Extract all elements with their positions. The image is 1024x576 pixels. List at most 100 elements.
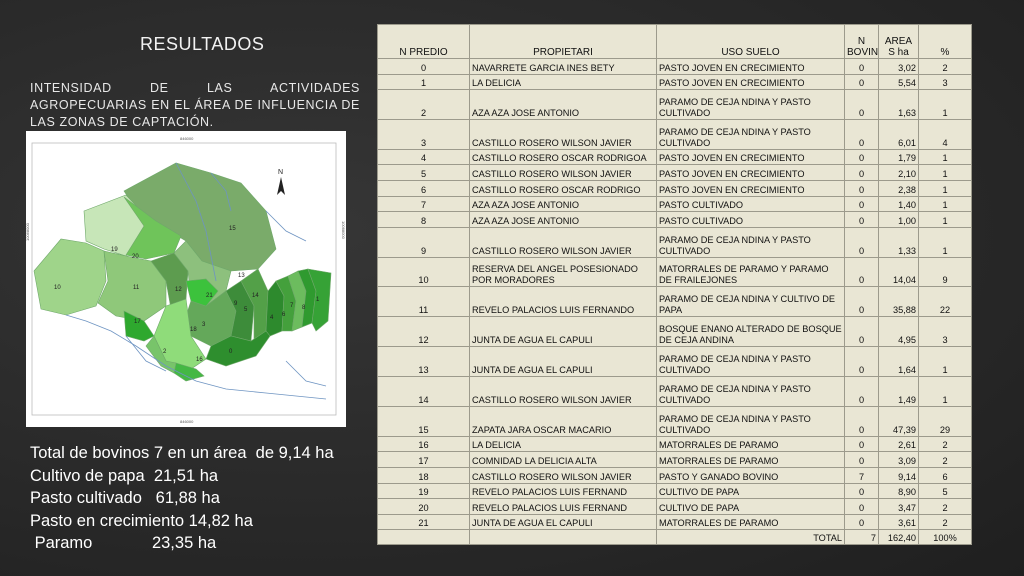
coord-bottom-label: 846000 xyxy=(180,419,194,424)
cell-uso-suelo: PARAMO DE CEJA NDINA Y PASTO CULTIVADO xyxy=(656,405,845,437)
cell-pct: 1 xyxy=(918,211,972,228)
cell-bovino: 0 xyxy=(844,164,879,181)
cell-propietario: LA DELICIA xyxy=(469,73,657,91)
table-row: 2 AZA AZA JOSE ANTONIO PARAMO DE CEJA NDIN… xyxy=(377,89,972,120)
cell-propietario: JUNTA DE AGUA EL CAPULI xyxy=(469,316,657,348)
cell-predio: 7 xyxy=(377,195,470,213)
slide-subtitle: INTENSIDAD DE LAS ACTIVIDADES AGROPECUAR… xyxy=(30,81,360,129)
cell-pct: 1 xyxy=(918,164,972,181)
label-parcel-15: 15 xyxy=(229,226,236,232)
cell-bovino: 7 xyxy=(844,466,879,484)
cell-area: 1,49 xyxy=(878,376,919,407)
cell-pct: 2 xyxy=(918,451,972,468)
cell-pct: 1 xyxy=(918,226,972,258)
table-row: 21 JUNTA DE AGUA EL CAPULI MATORRALES DE P… xyxy=(377,513,972,531)
cell-predio: 19 xyxy=(377,482,470,500)
table-row: 10 RESERVA DEL ANGEL POSESIONADO POR MORA… xyxy=(377,256,972,288)
cell-uso-suelo: PARAMO DE CEJA NDINA Y PASTO CULTIVADO xyxy=(656,346,845,378)
cell-predio: 3 xyxy=(377,119,470,150)
coord-right-label: 10068000 xyxy=(341,221,346,240)
table-row: 4 CASTILLO ROSERO OSCAR RODRIGOA PASTO JOV… xyxy=(377,148,972,166)
cell-bovino: 0 xyxy=(844,148,879,166)
cell-predio: 5 xyxy=(377,164,470,181)
cell-area: 2,10 xyxy=(878,164,919,181)
cell-area: 1,40 xyxy=(878,195,919,213)
cell-bovino: 0 xyxy=(844,89,879,120)
label-parcel-19: 19 xyxy=(111,247,118,253)
total-pct: 100% xyxy=(918,529,972,545)
cell-pct: 9 xyxy=(918,256,972,288)
label-parcel-11: 11 xyxy=(133,285,140,291)
cell-bovino: 0 xyxy=(844,376,879,407)
summary-list: Total de bovinos 7 en un área de 9,14 ha… xyxy=(30,442,370,555)
cell-pct: 1 xyxy=(918,376,972,407)
cell-area: 1,64 xyxy=(878,346,919,378)
cell-area: 35,88 xyxy=(878,286,919,318)
cell-bovino: 0 xyxy=(844,119,879,150)
cell-bovino: 0 xyxy=(844,195,879,213)
cell-predio: 12 xyxy=(377,316,470,348)
label-parcel-10: 10 xyxy=(54,285,61,291)
cell-propietario: CASTILLO ROSERO OSCAR RODRIGO xyxy=(469,180,657,197)
cell-pct: 2 xyxy=(918,58,972,75)
total-bovino: 7 xyxy=(844,529,879,545)
label-parcel-21: 21 xyxy=(206,293,213,299)
cell-propietario: REVELO PALACIOS LUIS FERNAND xyxy=(469,498,657,515)
cell-area: 1,33 xyxy=(878,226,919,258)
label-parcel-17: 17 xyxy=(134,319,141,325)
cell-area: 3,02 xyxy=(878,58,919,75)
cell-propietario: COMNIDAD LA DELICIA ALTA xyxy=(469,451,657,468)
table-row: 6 CASTILLO ROSERO OSCAR RODRIGO PASTO JOVE… xyxy=(377,180,972,197)
cell-propietario: CASTILLO ROSERO WILSON JAVIER xyxy=(469,226,657,258)
table-row: 15 ZAPATA JARA OSCAR MACARIO PARAMO DE CEJ… xyxy=(377,405,972,437)
label-parcel-13: 13 xyxy=(238,273,245,279)
total-empty-2 xyxy=(469,529,657,545)
summary-paramo: Paramo 23,35 ha xyxy=(30,534,217,552)
cell-predio: 16 xyxy=(377,435,470,453)
cell-bovino: 0 xyxy=(844,435,879,453)
cell-predio: 11 xyxy=(377,286,470,318)
cell-uso-suelo: CULTIVO DE PAPA xyxy=(656,482,845,500)
cell-predio: 2 xyxy=(377,89,470,120)
cell-propietario: AZA AZA JOSE ANTONIO xyxy=(469,211,657,228)
table-row: 5 CASTILLO ROSERO WILSON JAVIER PASTO JOVE… xyxy=(377,164,972,181)
total-label: TOTAL xyxy=(656,529,845,545)
cell-predio: 18 xyxy=(377,466,470,484)
cell-pct: 2 xyxy=(918,435,972,453)
cell-uso-suelo: MATORRALES DE PARAMO xyxy=(656,513,845,531)
cell-uso-suelo: PARAMO DE CEJA NDINA Y CULTIVO DE PAPA xyxy=(656,286,845,318)
cell-predio: 4 xyxy=(377,148,470,166)
header-predio: N PREDIO xyxy=(377,24,470,59)
coord-left-label: 10068000 xyxy=(26,222,30,241)
cell-propietario: ZAPATA JARA OSCAR MACARIO xyxy=(469,405,657,437)
cell-pct: 1 xyxy=(918,148,972,166)
cell-uso-suelo: PASTO JOVEN EN CRECIMIENTO xyxy=(656,164,845,181)
table-row: 3 CASTILLO ROSERO WILSON JAVIER PARAMO DE … xyxy=(377,119,972,150)
header-area: AREA S ha xyxy=(878,24,919,59)
cell-pct: 2 xyxy=(918,513,972,531)
cell-pct: 1 xyxy=(918,180,972,197)
header-propietario: PROPIETARI xyxy=(469,24,657,59)
cell-uso-suelo: MATORRALES DE PARAMO xyxy=(656,451,845,468)
cell-pct: 4 xyxy=(918,119,972,150)
cell-area: 1,00 xyxy=(878,211,919,228)
cell-predio: 20 xyxy=(377,498,470,515)
cell-propietario: LA DELICIA xyxy=(469,435,657,453)
cell-bovino: 0 xyxy=(844,73,879,91)
cell-uso-suelo: PASTO JOVEN EN CRECIMIENTO xyxy=(656,180,845,197)
header-pct: % xyxy=(918,24,972,59)
cell-propietario: AZA AZA JOSE ANTONIO xyxy=(469,195,657,213)
cell-pct: 1 xyxy=(918,195,972,213)
table-total-row: TOTAL 7 162,40 100% xyxy=(377,529,972,545)
cell-bovino: 0 xyxy=(844,482,879,500)
cell-predio: 21 xyxy=(377,513,470,531)
cell-bovino: 0 xyxy=(844,316,879,348)
cell-area: 2,38 xyxy=(878,180,919,197)
cell-area: 9,14 xyxy=(878,466,919,484)
cell-propietario: CASTILLO ROSERO WILSON JAVIER xyxy=(469,164,657,181)
cell-propietario: CASTILLO ROSERO WILSON JAVIER xyxy=(469,376,657,407)
cell-bovino: 0 xyxy=(844,180,879,197)
cell-bovino: 0 xyxy=(844,58,879,75)
table-body: 0 NAVARRETE GARCIA INES BETY PASTO JOVEN E… xyxy=(377,58,972,531)
table-row: 11 REVELO PALACIOS LUIS FERNANDO PARAMO DE… xyxy=(377,286,972,318)
